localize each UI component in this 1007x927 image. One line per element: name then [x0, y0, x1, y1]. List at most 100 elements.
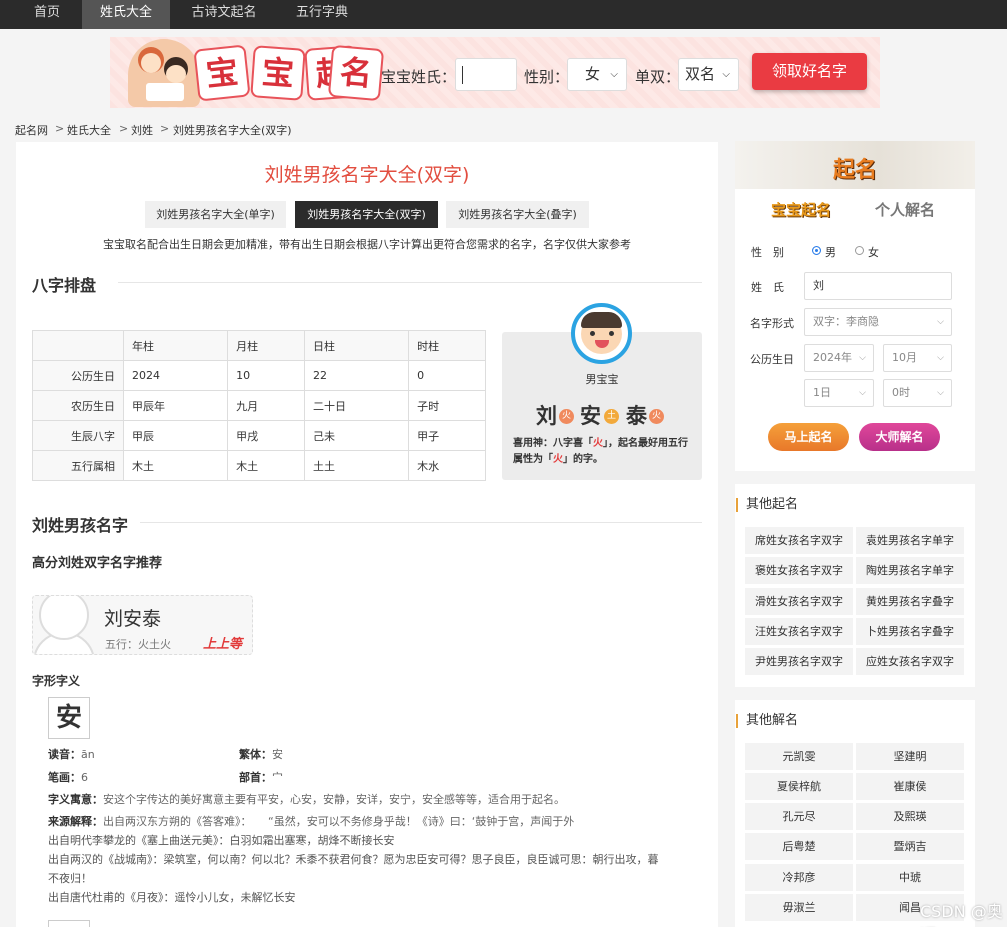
list-item[interactable]: 袁姓男孩名字单字	[856, 527, 964, 554]
single-double-select[interactable]: 双名 ⌵	[678, 58, 739, 91]
bazi-table: 年柱 月柱 日柱 时柱 公历生日 2024 10 22 0 农历生日 甲辰年 九…	[32, 330, 486, 481]
name-char: 安	[580, 404, 601, 428]
tab-name-analysis[interactable]: 个人解名	[875, 199, 935, 220]
breadcrumb-sep: >	[119, 122, 129, 135]
name-card[interactable]: 刘安泰 五行：火土火 上上等	[32, 595, 253, 655]
gender-select[interactable]: 女 ⌵	[567, 58, 627, 91]
nav-surnames[interactable]: 姓氏大全	[82, 0, 170, 29]
list-item[interactable]: 黄姓男孩名字叠字	[856, 588, 964, 615]
top-nav: 首页 姓氏大全 古诗文起名 五行字典	[0, 0, 1007, 29]
chevron-down-icon: ⌵	[722, 69, 730, 80]
chevron-down-icon: ⌵	[937, 388, 944, 398]
list-item[interactable]: 崔康侯	[856, 773, 964, 800]
day-select[interactable]: 1日 ⌵	[804, 379, 874, 407]
list-item[interactable]: 陶姓男孩名字单字	[856, 557, 964, 584]
list-item[interactable]: 汪姓女孩名字双字	[745, 618, 853, 645]
row-label: 生辰八字	[32, 420, 124, 451]
table-cell: 土土	[303, 450, 410, 481]
breadcrumb-home[interactable]: 起名网	[15, 122, 48, 138]
list-item[interactable]: 尹姓男孩名字双字	[745, 648, 853, 675]
name-grade: 上上等	[202, 637, 242, 652]
table-cell: 甲戌	[227, 420, 305, 451]
year-select[interactable]: 2024年 ⌵	[804, 344, 874, 372]
female-label: 女	[868, 246, 879, 259]
laiyuan-line: 出自明代李攀龙的《塞上曲送元美》：白羽如霜出塞寒，胡烽不断接长安	[48, 834, 395, 847]
breadcrumb-surnames[interactable]: 姓氏大全	[67, 122, 111, 138]
name-form-label: 名字形式	[750, 317, 794, 330]
list-item[interactable]: 中琥	[856, 864, 964, 891]
surname-label: 姓 氏	[751, 281, 784, 294]
surname-label: 宝宝姓氏：	[381, 68, 457, 86]
list-item[interactable]: 元凯雯	[745, 743, 853, 770]
list-item[interactable]: 夏侯梓航	[745, 773, 853, 800]
row-label: 农历生日	[32, 390, 124, 421]
table-cell: 木土	[227, 450, 305, 481]
breadcrumb-liu[interactable]: 刘姓	[131, 122, 153, 138]
table-row: 农历生日 甲辰年 九月 二十日 子时	[32, 390, 486, 421]
tab-single[interactable]: 刘姓男孩名字大全(单字)	[145, 201, 286, 228]
tab-repeat[interactable]: 刘姓男孩名字大全(叠字)	[446, 201, 589, 228]
table-cell: 木土	[122, 450, 229, 481]
baby-label: 男宝宝	[585, 373, 619, 386]
table-header: 年柱	[122, 330, 229, 361]
wuxing-badge: 土	[604, 409, 619, 424]
table-row: 生辰八字 甲辰 甲戌 己未 甲子	[32, 420, 486, 451]
get-name-button[interactable]: 领取好名字	[752, 53, 867, 90]
chevron-down-icon: ⌵	[859, 388, 866, 398]
other-naming-title: 其他起名	[736, 498, 798, 512]
chevron-down-icon: ⌵	[937, 317, 944, 327]
list-item[interactable]: 坚建明	[856, 743, 964, 770]
month-select[interactable]: 10月 ⌵	[883, 344, 952, 372]
single-double-label: 单双：	[635, 68, 681, 86]
list-item[interactable]: 滑姓女孩名字双字	[745, 588, 853, 615]
sidebar-logo: 起名	[833, 158, 878, 183]
nav-home[interactable]: 首页	[18, 0, 76, 29]
table-cell: 2024	[122, 360, 229, 391]
female-radio[interactable]	[855, 246, 864, 255]
table-row: 五行属相 木土 木土 土土 木水	[32, 450, 486, 481]
wuxing-badge: 火	[649, 409, 664, 424]
surname-input[interactable]	[455, 58, 517, 91]
tab-baby-naming[interactable]: 宝宝起名	[771, 199, 831, 220]
hour-select[interactable]: 0时 ⌵	[883, 379, 952, 407]
table-cell: 10	[227, 360, 305, 391]
list-item[interactable]: 褒姓女孩名字双字	[745, 557, 853, 584]
row-label: 五行属相	[32, 450, 124, 481]
name-form-select[interactable]: 双字：李商隐 ⌵	[804, 308, 952, 336]
list-item[interactable]: 孔元尽	[745, 803, 853, 830]
other-analysis-title: 其他解名	[736, 714, 798, 728]
page-title: 刘姓男孩名字大全(双字)	[264, 164, 470, 186]
list-item[interactable]: 毋淑兰	[745, 894, 853, 921]
table-cell: 九月	[227, 390, 305, 421]
birthday-label: 公历生日	[750, 353, 794, 366]
start-naming-button[interactable]: 马上起名	[768, 423, 849, 451]
duyin: 读音：ān	[48, 748, 95, 761]
bihua: 笔画：6	[48, 771, 88, 784]
list-item[interactable]: 冷邦彦	[745, 864, 853, 891]
laiyuan-line: 不夜归！	[48, 872, 92, 885]
list-item[interactable]: 暨炳吉	[856, 833, 964, 860]
list-item[interactable]: 及熙瑛	[856, 803, 964, 830]
list-item[interactable]: 卜姓男孩名字叠字	[856, 618, 964, 645]
nav-poetry-naming[interactable]: 古诗文起名	[176, 0, 272, 29]
naming-banner: 宝 宝 起 名 宝宝姓氏： 性别： 女⌵ 单双： 双名⌵ 领取好名字	[110, 37, 880, 108]
wuxing-badge: 火	[559, 409, 574, 424]
table-cell: 甲辰年	[122, 390, 229, 421]
date-note: 宝宝取名配合出生日期会更加精准，带有出生日期会根据八字计算出更符合您需求的名字，…	[103, 238, 631, 251]
list-item[interactable]: 应姓女孩名字双字	[856, 648, 964, 675]
table-cell: 己未	[303, 420, 410, 451]
bushou: 部首：宀	[239, 771, 283, 784]
tab-double[interactable]: 刘姓男孩名字大全(双字)	[295, 201, 438, 228]
male-radio[interactable]	[812, 246, 821, 255]
table-row: 年柱 月柱 日柱 时柱	[32, 330, 486, 361]
laiyuan-line: 出自唐代杜甫的《月夜》：遥怜小儿女，未解忆长安	[48, 891, 296, 904]
master-analysis-button[interactable]: 大师解名	[859, 423, 940, 451]
list-item[interactable]: 席姓女孩名字双字	[745, 527, 853, 554]
table-cell: 木水	[408, 450, 486, 481]
list-item[interactable]: 后粤楚	[745, 833, 853, 860]
gender-label: 性 别	[751, 246, 784, 259]
baby-avatar-icon	[571, 303, 632, 364]
gender-label: 性别：	[524, 68, 570, 86]
nav-wuxing-dict[interactable]: 五行字典	[282, 0, 362, 29]
surname-field[interactable]: 刘	[804, 272, 952, 300]
